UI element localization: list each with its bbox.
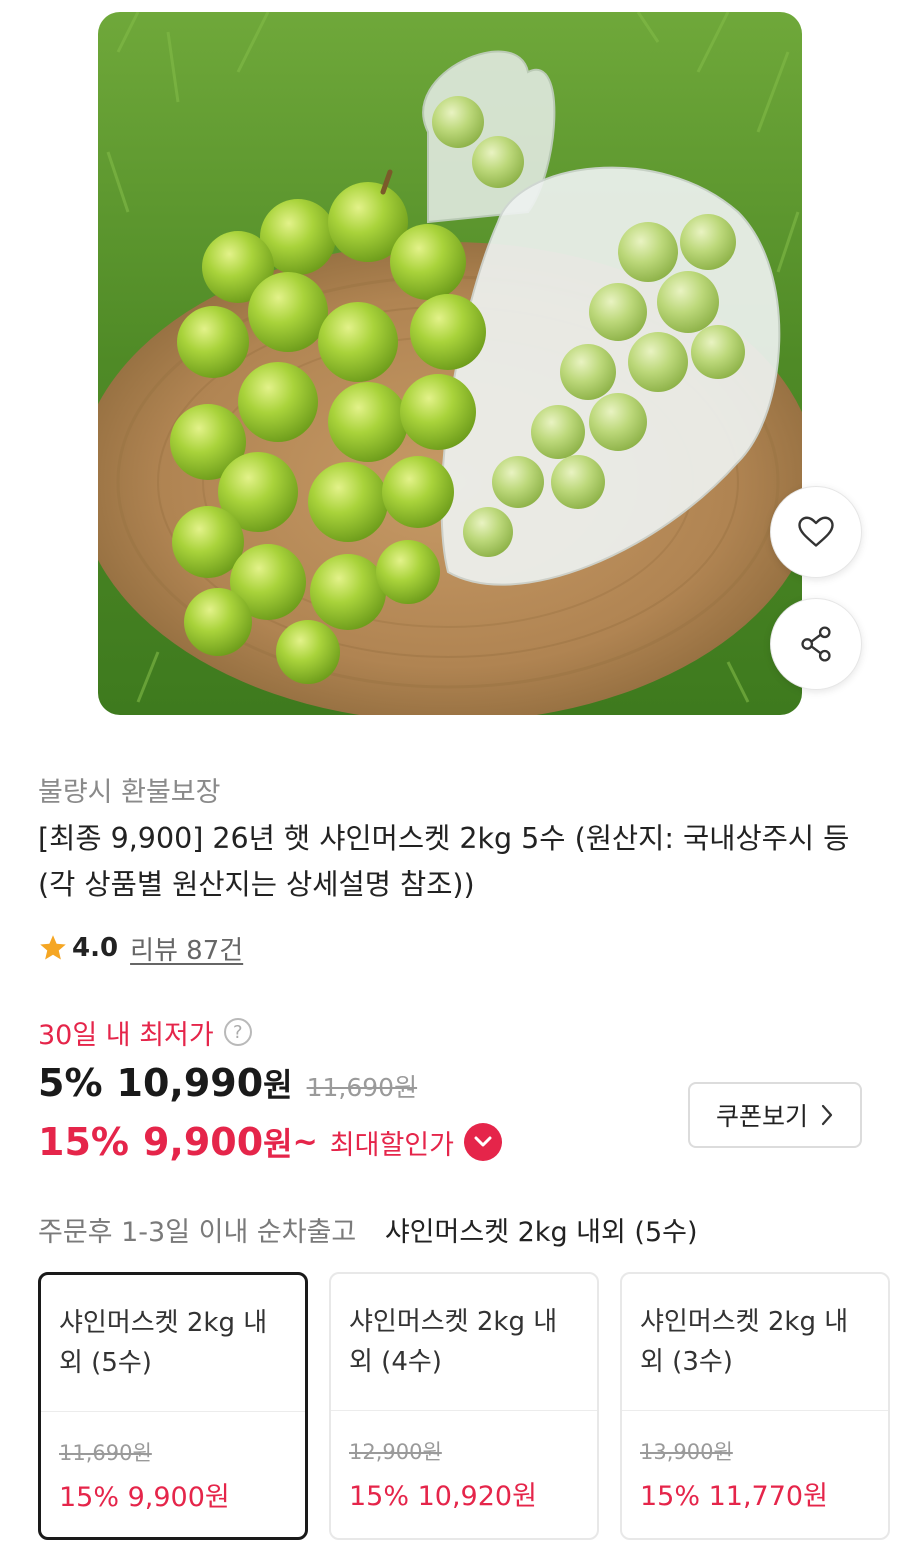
option-original-price: 11,690원 (59, 1441, 152, 1465)
max-discount-row: 15% 9,900 원 ~ 최대할인가 (38, 1116, 502, 1168)
max-discount-tilde: ~ (292, 1124, 318, 1160)
coupon-button-label: 쿠폰보기 (715, 1102, 808, 1131)
lowest-price-label-row: 30일 내 최저가 ? (38, 1012, 252, 1052)
rating-score: 4.0 (72, 933, 119, 963)
option-original-price: 13,900원 (640, 1440, 733, 1464)
option-name: 샤인머스켓 2kg 내외 (4수) (349, 1307, 558, 1377)
option-name: 샤인머스켓 2kg 내외 (5수) (59, 1308, 268, 1378)
chevron-down-icon[interactable] (463, 1123, 502, 1161)
heart-icon (798, 516, 834, 547)
product-image[interactable] (98, 12, 802, 715)
option-sale-price: 15% 9,900원 (59, 1482, 230, 1513)
option-name: 샤인머스켓 2kg 내외 (3수) (640, 1307, 849, 1377)
max-discount-price: 9,900 (142, 1120, 264, 1164)
product-title: [최종 9,900] 26년 햇 샤인머스켓 2kg 5수 (원산지: 국내상주… (38, 822, 850, 901)
option-card-3su[interactable]: 샤인머스켓 2kg 내외 (3수) 13,900원 15% 11,770원 (620, 1272, 890, 1540)
sale-price-row: 5% 10,990 원 11,690원 (38, 1060, 417, 1110)
sale-price-currency: 원 (263, 1066, 293, 1104)
review-count-link[interactable]: 리뷰 87건 (130, 930, 243, 967)
chevron-right-icon (821, 1104, 833, 1126)
star-icon (40, 935, 66, 960)
option-divider (622, 1410, 888, 1411)
option-sale-price: 15% 10,920원 (349, 1481, 537, 1512)
option-divider (331, 1410, 597, 1411)
share-icon (801, 626, 831, 662)
shipping-info: 주문후 1-3일 이내 순차출고 샤인머스켓 2kg 내외 (5수) (38, 1210, 698, 1249)
max-discount-label: 최대할인가 (329, 1129, 454, 1161)
like-button[interactable] (770, 486, 862, 578)
option-divider (41, 1411, 305, 1412)
refund-guarantee-label: 불량시 환불보장 (38, 777, 221, 808)
lowest-price-label: 30일 내 최저가 (38, 1019, 214, 1051)
help-icon[interactable]: ? (223, 1018, 252, 1046)
selected-option-text: 샤인머스켓 2kg 내외 (5수) (384, 1217, 698, 1248)
option-sale-price: 15% 11,770원 (640, 1481, 828, 1512)
option-card-4su[interactable]: 샤인머스켓 2kg 내외 (4수) 12,900원 15% 10,920원 (329, 1272, 599, 1540)
coupon-button[interactable]: 쿠폰보기 (688, 1082, 862, 1148)
max-discount-currency: 원 (263, 1125, 293, 1163)
max-discount-rate: 15% (38, 1120, 129, 1164)
rating-row: 4.0 리뷰 87건 (38, 930, 243, 966)
sale-price: 10,990 (116, 1061, 264, 1105)
original-price: 11,690원 (306, 1073, 418, 1102)
share-button[interactable] (770, 598, 862, 690)
grape-photo (98, 12, 802, 715)
option-card-5su[interactable]: 샤인머스켓 2kg 내외 (5수) 11,690원 15% 9,900원 (38, 1272, 308, 1540)
option-original-price: 12,900원 (349, 1440, 442, 1464)
discount-rate: 5% (38, 1061, 103, 1105)
shipping-text: 주문후 1-3일 이내 순차출고 (38, 1217, 357, 1248)
